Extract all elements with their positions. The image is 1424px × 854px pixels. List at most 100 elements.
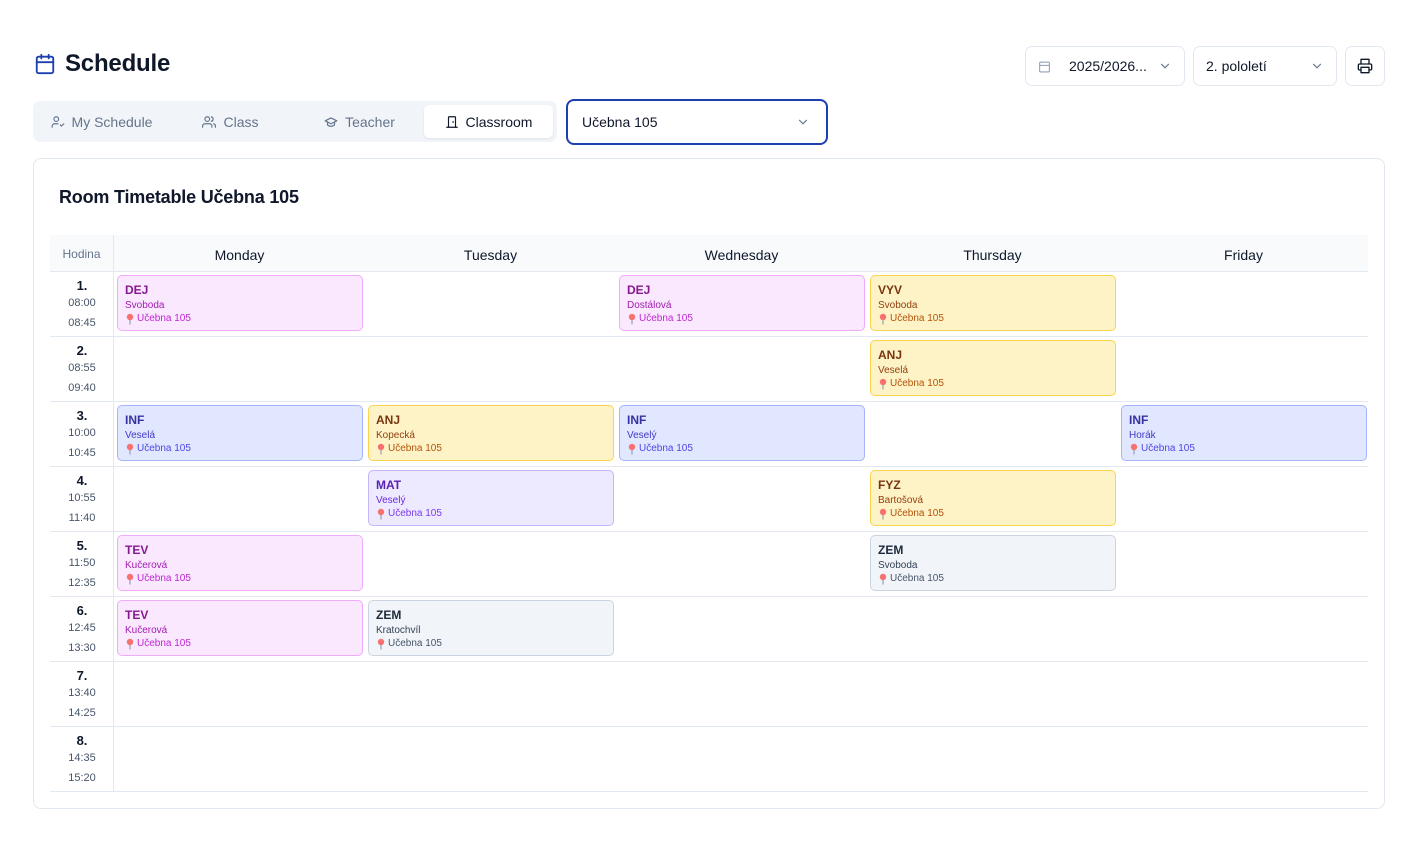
lesson-teacher: Svoboda bbox=[878, 560, 918, 571]
lesson-teacher: Kučerová bbox=[125, 625, 168, 636]
day-header-wednesday: Wednesday bbox=[704, 246, 779, 263]
period-number: 1. bbox=[76, 278, 88, 293]
printer-icon bbox=[1357, 58, 1373, 74]
lesson-teacher: Veselá bbox=[125, 430, 156, 441]
lesson-room: Učebna 105 bbox=[627, 312, 857, 325]
lesson-room-label: Učebna 105 bbox=[1141, 443, 1195, 454]
timetable-header-row: Hodina Monday Tuesday Wednesday Thursday Fri… bbox=[50, 235, 1368, 272]
lesson-room: Učebna 105 bbox=[878, 312, 1108, 325]
lesson-room-label: Učebna 105 bbox=[137, 313, 191, 324]
lesson-room: Učebna 105 bbox=[1129, 442, 1359, 455]
chevron-down-icon bbox=[1312, 63, 1322, 69]
lesson-card[interactable]: ANJ Kopecká Učebna 105 bbox=[368, 405, 614, 461]
timetable-row: 2. 08:55 09:40 bbox=[50, 337, 1368, 402]
timetable-row: 8. 14:35 15:20 bbox=[50, 727, 1368, 792]
tab-teacher[interactable]: Teacher bbox=[295, 105, 424, 138]
period-cell: 5. 11:50 12:35 bbox=[50, 532, 114, 596]
lesson-room: Učebna 105 bbox=[125, 442, 355, 455]
lesson-card[interactable]: DEJ Dostálová Učebna 105 bbox=[619, 275, 865, 331]
lesson-card[interactable]: INF Veselá Učebna 105 bbox=[117, 405, 363, 461]
lesson-teacher: Veselá bbox=[878, 365, 909, 376]
lesson-teacher: Bartošová bbox=[878, 495, 924, 506]
lesson-room-label: Učebna 105 bbox=[890, 573, 944, 584]
lesson-card[interactable]: INF Veselý Učebna 105 bbox=[619, 405, 865, 461]
period-cell: 7. 13:40 14:25 bbox=[50, 662, 114, 726]
lesson-card[interactable]: ZEM Svoboda Učebna 105 bbox=[870, 535, 1116, 591]
lesson-subject: VYV bbox=[878, 283, 903, 297]
period-number: 3. bbox=[76, 408, 88, 423]
lesson-room-label: Učebna 105 bbox=[137, 573, 191, 584]
map-pin-icon bbox=[1130, 443, 1138, 454]
lesson-teacher: Veselý bbox=[627, 430, 657, 441]
map-pin-icon bbox=[126, 573, 134, 584]
lesson-room-label: Učebna 105 bbox=[388, 638, 442, 649]
period-end-time: 13:30 bbox=[68, 642, 96, 654]
lesson-room: Učebna 105 bbox=[376, 442, 606, 455]
tab-classroom[interactable]: Classroom bbox=[424, 105, 553, 138]
page-header: Schedule bbox=[34, 50, 170, 78]
period-number: 2. bbox=[76, 343, 88, 358]
map-pin-icon bbox=[126, 313, 134, 324]
chevron-down-icon bbox=[798, 119, 808, 125]
period-end-time: 15:20 bbox=[68, 772, 96, 784]
timetable-row: 4. 10:55 11:40 bbox=[50, 467, 1368, 532]
lesson-card[interactable]: TEV Kučerová Učebna 105 bbox=[117, 535, 363, 591]
period-cell: 3. 10:00 10:45 bbox=[50, 402, 114, 466]
timetable-grid: Hodina Monday Tuesday Wednesday Thursday Fri… bbox=[50, 235, 1368, 793]
lesson-card[interactable]: INF Horák Učebna 105 bbox=[1121, 405, 1367, 461]
lesson-card[interactable]: FYZ Bartošová Učebna 105 bbox=[870, 470, 1116, 526]
lesson-room-label: Učebna 105 bbox=[890, 378, 944, 389]
lesson-card[interactable]: TEV Kučerová Učebna 105 bbox=[117, 600, 363, 656]
lesson-room-label: Učebna 105 bbox=[890, 508, 944, 519]
term-value: 2. pololetí bbox=[1206, 58, 1267, 74]
period-cell: 4. 10:55 11:40 bbox=[50, 467, 114, 531]
lesson-room-label: Učebna 105 bbox=[639, 443, 693, 454]
lesson-card[interactable]: ZEM Kratochvíl Učebna 105 bbox=[368, 600, 614, 656]
lesson-subject: DEJ bbox=[125, 283, 149, 297]
period-end-time: 14:25 bbox=[68, 707, 96, 719]
period-cell: 6. 12:45 13:30 bbox=[50, 597, 114, 661]
lesson-subject: INF bbox=[1129, 413, 1149, 427]
day-header-friday: Friday bbox=[1224, 246, 1263, 263]
period-column-header: Hodina bbox=[50, 235, 114, 272]
lesson-room-label: Učebna 105 bbox=[890, 313, 944, 324]
tab-label: Teacher bbox=[345, 113, 395, 130]
period-start-time: 08:00 bbox=[68, 297, 96, 309]
period-start-time: 13:40 bbox=[68, 687, 96, 699]
tab-class[interactable]: Class bbox=[166, 105, 295, 138]
lesson-teacher: Veselý bbox=[376, 495, 406, 506]
tab-my-schedule[interactable]: My Schedule bbox=[37, 105, 166, 138]
lesson-room-label: Učebna 105 bbox=[388, 443, 442, 454]
period-cell: 8. 14:35 15:20 bbox=[50, 727, 114, 791]
period-end-time: 08:45 bbox=[68, 317, 96, 329]
print-button[interactable] bbox=[1345, 46, 1385, 86]
header-controls: 2025/2026... 2. pololetí bbox=[1025, 46, 1385, 86]
tab-label: Classroom bbox=[465, 113, 533, 130]
map-pin-icon bbox=[377, 508, 385, 519]
lesson-room-label: Učebna 105 bbox=[388, 508, 442, 519]
room-select[interactable]: Učebna 105 bbox=[566, 99, 828, 145]
lesson-card[interactable]: VYV Svoboda Učebna 105 bbox=[870, 275, 1116, 331]
graduation-cap-icon bbox=[324, 116, 338, 127]
lesson-card[interactable]: ANJ Veselá Učebna 105 bbox=[870, 340, 1116, 396]
lesson-teacher: Svoboda bbox=[125, 300, 165, 311]
lesson-room-label: Učebna 105 bbox=[137, 638, 191, 649]
lesson-card[interactable]: MAT Veselý Učebna 105 bbox=[368, 470, 614, 526]
period-cell: 1. 08:00 08:45 bbox=[50, 272, 114, 336]
school-year-select[interactable]: 2025/2026... bbox=[1025, 46, 1185, 86]
lesson-room: Učebna 105 bbox=[125, 572, 355, 585]
term-select[interactable]: 2. pololetí bbox=[1193, 46, 1337, 86]
lesson-subject: INF bbox=[627, 413, 647, 427]
calendar-icon bbox=[1039, 61, 1050, 72]
lesson-teacher: Kopecká bbox=[376, 430, 415, 441]
view-tabs: My Schedule Class Teacher Classroom bbox=[33, 101, 557, 142]
lesson-teacher: Kratochvíl bbox=[376, 625, 421, 636]
lesson-card[interactable]: DEJ Svoboda Učebna 105 bbox=[117, 275, 363, 331]
tab-label: My Schedule bbox=[71, 113, 153, 130]
lesson-subject: DEJ bbox=[627, 283, 651, 297]
period-start-time: 11:50 bbox=[68, 557, 96, 569]
lesson-subject: TEV bbox=[125, 608, 149, 622]
period-number: 7. bbox=[76, 668, 88, 683]
map-pin-icon bbox=[879, 508, 887, 519]
period-end-time: 12:35 bbox=[68, 577, 96, 589]
